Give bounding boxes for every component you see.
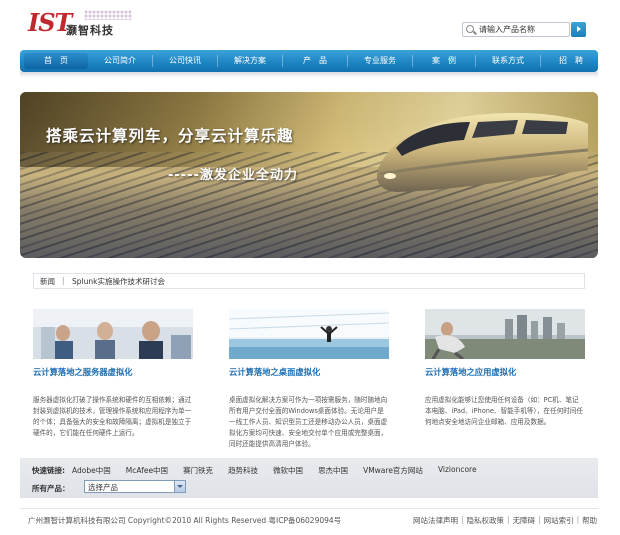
quick-links-bar: 快速链接: Adobe中国 McAfee中国 赛门铁克 趋势科技 微软中国 思杰… [20,458,598,498]
feature-image-application[interactable] [425,309,585,359]
nav-item-home[interactable]: 首 页 [24,53,88,69]
nav-item-cases[interactable]: 案 例 [413,50,475,72]
footer-links: 网站法律声明 | 隐私权政策 | 无障碍 | 网站索引 | 帮助 [413,515,597,526]
search-submit-button[interactable] [571,22,586,37]
footer-separator: | [576,515,580,524]
hero-banner[interactable]: 搭乘云计算列车，分享云计算乐趣 -----激发企业全动力 [20,92,598,258]
search-icon [466,25,474,33]
nav-item-products[interactable]: 产 品 [283,50,347,72]
search-box[interactable] [462,22,570,37]
feature-server-virtualization: 云计算落地之服务器虚拟化 服务器虚拟化打破了操作系统和硬件的互相依赖；通过封装到… [33,309,193,439]
feature-title[interactable]: 云计算落地之桌面虚拟化 [229,366,389,378]
nav-item-contact[interactable]: 联系方式 [476,50,540,72]
news-ticker: 新闻 | Splunk实施操作技术研讨会 [33,273,585,289]
copyright-text: 广州灏智计算机科技有限公司 Copyright©2010 All Rights … [28,516,342,525]
footer-link-legal[interactable]: 网站法律声明 [413,515,458,526]
nav-shadow [20,72,598,78]
feature-description: 桌面虚拟化解决方案可作为一项按需服务，随时随地向所有用户交付全面的Windows… [229,396,388,448]
quick-link[interactable]: VMware官方网站 [363,465,423,476]
footer-separator: | [461,515,464,524]
quick-link[interactable]: Vizioncore [438,465,477,476]
quick-link[interactable]: 趋势科技 [228,465,258,476]
footer-link-sitemap[interactable]: 网站索引 [544,515,574,526]
banner-slogan-main: 搭乘云计算列车，分享云计算乐趣 [46,127,294,145]
quick-link[interactable]: 微软中国 [273,465,303,476]
feature-description: 应用虚拟化能够让您使用任何设备（如：PC机、笔记本电脑、iPad、iPhone、… [425,396,583,426]
footer-separator: | [507,515,510,524]
quick-link[interactable]: 思杰中国 [318,465,348,476]
nav-item-solutions[interactable]: 解决方案 [218,50,282,72]
footer-divider [20,508,598,509]
footer-separator: | [538,515,541,524]
main-nav: 首 页 公司简介 公司快讯 解决方案 产 品 专业服务 案 例 联系方式 招 聘 [20,50,598,72]
feature-description: 服务器虚拟化打破了操作系统和硬件的互相依赖；通过封装到虚拟机的技术，管理操作系统… [33,396,192,437]
footer-link-help[interactable]: 帮助 [582,515,597,526]
news-label: 新闻 [40,277,55,286]
feature-image-desktop[interactable] [229,309,389,359]
search-input[interactable] [479,24,567,35]
banner-slogan-sub: -----激发企业全动力 [168,168,298,183]
search-bar [462,22,586,37]
footer-link-privacy[interactable]: 隐私权政策 [467,515,505,526]
footer-link-accessibility[interactable]: 无障碍 [513,515,536,526]
quick-links-list: Adobe中国 McAfee中国 赛门铁克 趋势科技 微软中国 思杰中国 VMw… [72,465,477,476]
feature-image-server[interactable] [33,309,193,359]
nav-item-news[interactable]: 公司快讯 [153,50,217,72]
nav-item-jobs[interactable]: 招 聘 [541,50,601,72]
feature-application-virtualization: 云计算落地之应用虚拟化 应用虚拟化能够让您使用任何设备（如：PC机、笔记本电脑、… [425,309,585,428]
quick-link[interactable]: McAfee中国 [126,465,168,476]
nav-item-about[interactable]: 公司简介 [88,50,152,72]
logo-dot-pattern [84,10,132,20]
nav-item-services[interactable]: 专业服务 [348,50,412,72]
product-select-label: 所有产品： [32,484,70,493]
news-separator: | [62,276,65,285]
quick-link[interactable]: 赛门铁克 [183,465,213,476]
feature-title[interactable]: 云计算落地之应用虚拟化 [425,366,585,378]
quick-links-label: 快速链接: [32,466,65,475]
feature-title[interactable]: 云计算落地之服务器虚拟化 [33,366,193,378]
quick-link[interactable]: Adobe中国 [72,465,111,476]
logo-mark: IST [28,8,72,37]
product-select[interactable]: 选择产品 [84,480,186,493]
logo-text: 灏智科技 [66,24,114,37]
product-select-value: 选择产品 [88,483,118,492]
site-logo[interactable]: IST 灏智科技 [28,8,138,42]
feature-desktop-virtualization: 云计算落地之桌面虚拟化 桌面虚拟化解决方案可作为一项按需服务，随时随地向所有用户… [229,309,389,450]
chevron-down-icon[interactable] [174,481,185,492]
bullet-train-image [376,112,588,192]
news-item-link[interactable]: Splunk实施操作技术研讨会 [72,276,165,287]
